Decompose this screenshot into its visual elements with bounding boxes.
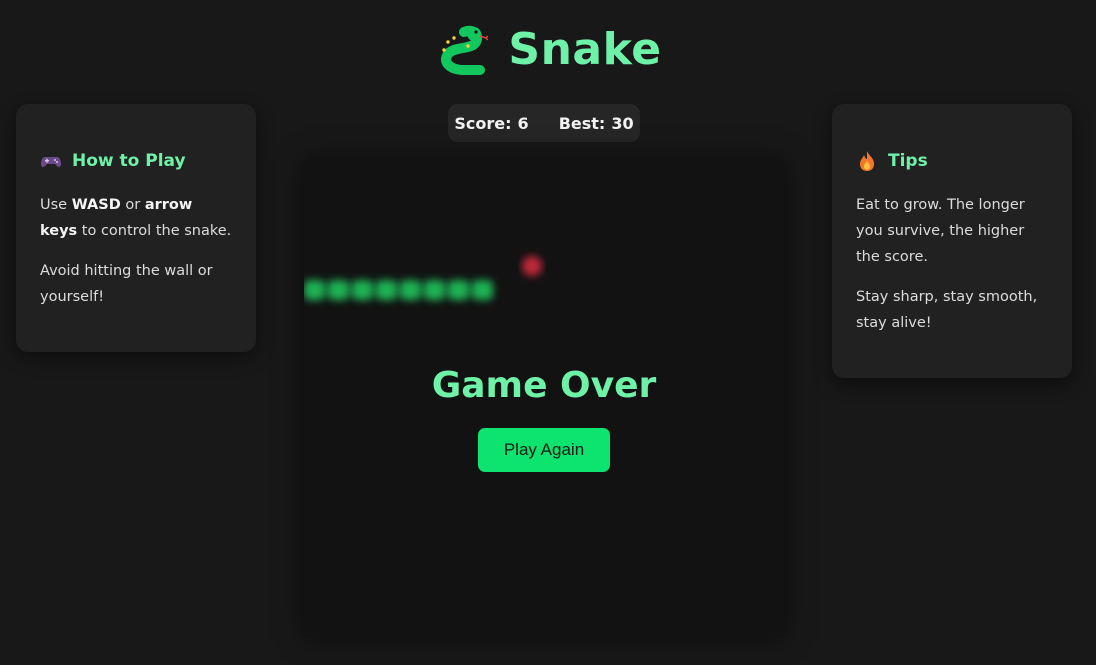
food-item: [522, 256, 542, 276]
app-title: Snake: [508, 23, 662, 75]
snake-segment: [400, 280, 421, 300]
controls-text: Use WASD or arrow keys to control the sn…: [40, 192, 232, 244]
tip-stay-text: Stay sharp, stay smooth, stay alive!: [856, 289, 1038, 331]
snake-segment: [352, 280, 373, 300]
best-display: Best: 30: [559, 114, 634, 133]
play-again-button[interactable]: Play Again: [478, 428, 610, 472]
fire-icon: [860, 151, 874, 171]
avoid-text: Avoid hitting the wall or yourself!: [40, 263, 213, 305]
gamepad-icon: [41, 157, 61, 168]
tips-title: Tips: [888, 151, 928, 171]
game-over-title: Game Over: [431, 365, 657, 406]
score-display: Score: 6: [454, 114, 528, 133]
snake-segment: [328, 280, 349, 300]
snake-segment: [448, 280, 469, 300]
controls-text-part: to control the snake.: [77, 223, 232, 239]
game-board[interactable]: Game Over Play Again: [304, 160, 784, 638]
snake-segment: [472, 280, 493, 300]
score-label: Score:: [454, 113, 512, 133]
scoreboard: Score: 6 Best: 30: [448, 104, 640, 142]
snake-segment: [424, 280, 445, 300]
how-to-play-heading: How to Play: [40, 150, 232, 172]
snake-segment: [304, 280, 325, 300]
tips-panel: Tips Eat to grow. The longer you survive…: [832, 104, 1072, 378]
score-value: 6: [517, 113, 529, 133]
best-label: Best:: [558, 113, 606, 133]
how-to-play-panel: How to Play Use WASD or arrow keys to co…: [16, 104, 256, 352]
best-value: 30: [611, 113, 634, 133]
snake-segment: [376, 280, 397, 300]
snake-icon: [441, 25, 489, 75]
controls-text-part: Use: [40, 197, 72, 213]
tip-grow-text: Eat to grow. The longer you survive, the…: [856, 197, 1025, 265]
wasd-key-text: WASD: [71, 197, 121, 213]
snake-body: [304, 280, 493, 300]
controls-text-part: or: [120, 197, 145, 213]
tips-heading: Tips: [856, 150, 1048, 172]
how-to-play-title: How to Play: [72, 151, 186, 171]
header: Snake: [0, 22, 1096, 76]
